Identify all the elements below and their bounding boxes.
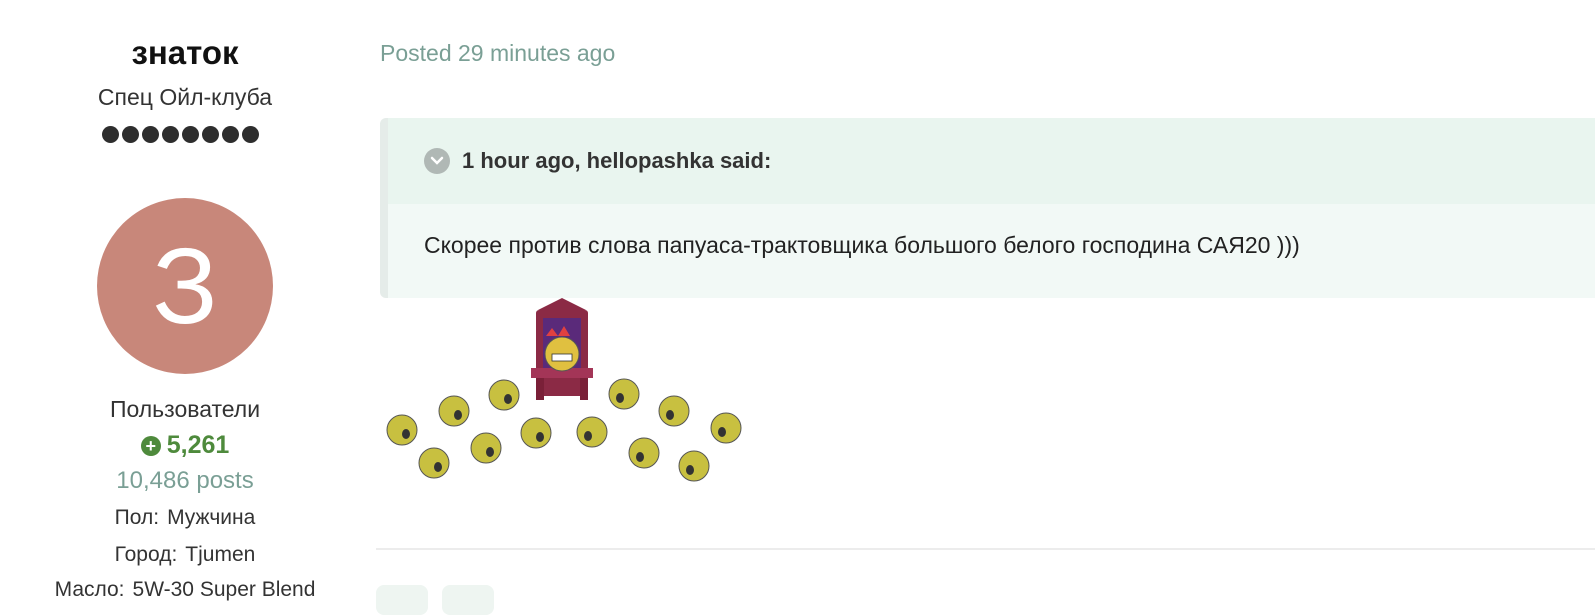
field-value: Мужчина bbox=[167, 506, 256, 529]
rank-pip bbox=[182, 126, 199, 143]
profile-field-gender: Пол: Мужчина bbox=[0, 506, 370, 530]
author-panel: знаток Спец Ойл-клуба З Пользователи + 5… bbox=[0, 0, 370, 602]
chevron-down-icon[interactable] bbox=[424, 148, 450, 174]
share-button[interactable] bbox=[442, 585, 494, 615]
post-timestamp[interactable]: Posted 29 minutes ago bbox=[380, 40, 615, 67]
plus-circle-icon: + bbox=[140, 435, 161, 456]
profile-field-oil: Масло: 5W-30 Super Blend bbox=[0, 578, 370, 602]
rank-pip bbox=[102, 126, 119, 143]
post-divider bbox=[376, 548, 1595, 550]
field-label: Масло: bbox=[54, 578, 125, 601]
quote-citation[interactable]: 1 hour ago, hellopashka said: bbox=[388, 118, 1595, 204]
reputation-badge: + 5,261 bbox=[0, 431, 370, 460]
reputation-value: 5,261 bbox=[166, 431, 230, 459]
field-value: Tjumen bbox=[185, 543, 256, 566]
rank-pip bbox=[222, 126, 239, 143]
field-value: 5W-30 Super Blend bbox=[132, 578, 316, 601]
rank-pip bbox=[202, 126, 219, 143]
rank-pip bbox=[242, 126, 259, 143]
quote-text: Скорее против слова папуаса-трактовщика … bbox=[424, 232, 1300, 258]
field-label: Пол: bbox=[114, 506, 160, 529]
react-button[interactable] bbox=[376, 585, 428, 615]
author-name[interactable]: знаток bbox=[0, 34, 370, 72]
rank-pip bbox=[142, 126, 159, 143]
rank-pips bbox=[102, 126, 259, 143]
avatar[interactable]: З bbox=[97, 198, 273, 374]
quote-citation-text: 1 hour ago, hellopashka said: bbox=[462, 148, 772, 173]
rank-pip bbox=[122, 126, 139, 143]
field-label: Город: bbox=[114, 543, 178, 566]
post-count[interactable]: 10,486 posts bbox=[0, 467, 370, 495]
author-rank-title: Спец Ойл-клуба bbox=[97, 84, 273, 110]
profile-field-city: Город: Tjumen bbox=[0, 543, 370, 567]
author-group: Пользователи bbox=[109, 396, 261, 422]
king-smiley-image bbox=[386, 298, 742, 482]
rank-pip bbox=[162, 126, 179, 143]
blockquote: 1 hour ago, hellopashka said: Скорее про… bbox=[380, 118, 1595, 298]
